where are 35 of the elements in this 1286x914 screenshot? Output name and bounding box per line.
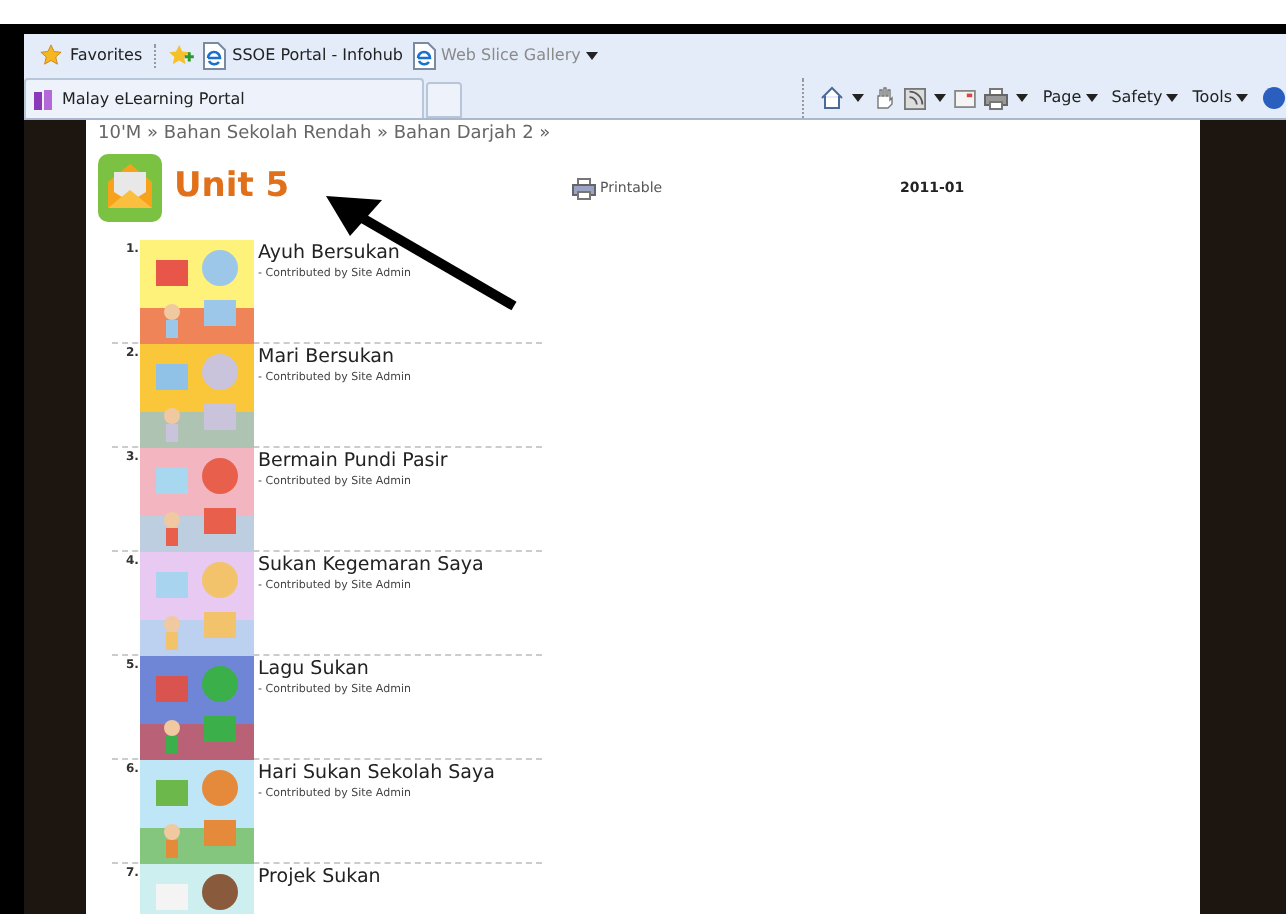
envelope-icon <box>98 154 162 222</box>
item-title[interactable]: Mari Bersukan <box>258 346 411 370</box>
favorites-button[interactable]: Favorites <box>70 43 157 67</box>
caret-icon <box>1016 94 1029 102</box>
printer-icon <box>572 177 596 199</box>
item-title[interactable]: Bermain Pundi Pasir <box>258 450 448 474</box>
browser-tab[interactable]: Malay eLearning Portal <box>24 78 424 118</box>
star-icon <box>40 44 62 66</box>
item-title[interactable]: Ayuh Bersukan <box>258 242 411 266</box>
caret-icon <box>852 94 865 102</box>
item-title[interactable]: Lagu Sukan <box>258 658 411 682</box>
item-title[interactable]: Hari Sukan Sekolah Saya <box>258 762 495 786</box>
unit-title: Unit 5 <box>174 164 292 211</box>
caret-icon <box>1236 94 1248 102</box>
caret-icon <box>1085 94 1098 102</box>
feed-icon[interactable] <box>904 87 927 109</box>
caret-icon <box>934 94 947 102</box>
breadcrumb: 10'M » Bahan Sekolah Rendah » Bahan Darjah 2 » <box>98 122 553 148</box>
favorites-link[interactable]: SSOE Portal - Infohub <box>232 43 404 67</box>
printer-icon[interactable] <box>984 87 1009 109</box>
tab-title: Malay eLearning Portal <box>62 87 245 111</box>
command-menu[interactable]: Tools <box>1192 86 1248 110</box>
books-icon <box>34 89 54 109</box>
item-title[interactable]: Sukan Kegemaran Saya <box>258 554 484 578</box>
command-menu[interactable]: Page <box>1042 86 1098 110</box>
mail-icon[interactable] <box>954 89 977 107</box>
home-icon[interactable] <box>820 86 845 110</box>
command-menu[interactable]: Safety <box>1111 86 1179 110</box>
item-title[interactable]: Projek Sukan <box>258 866 381 890</box>
add-favorite-icon[interactable] <box>168 44 195 66</box>
caret-icon <box>1166 94 1179 102</box>
page-icon <box>411 41 436 69</box>
page-icon <box>202 41 227 69</box>
help-icon[interactable] <box>1262 86 1286 110</box>
hand-icon[interactable] <box>872 86 897 110</box>
